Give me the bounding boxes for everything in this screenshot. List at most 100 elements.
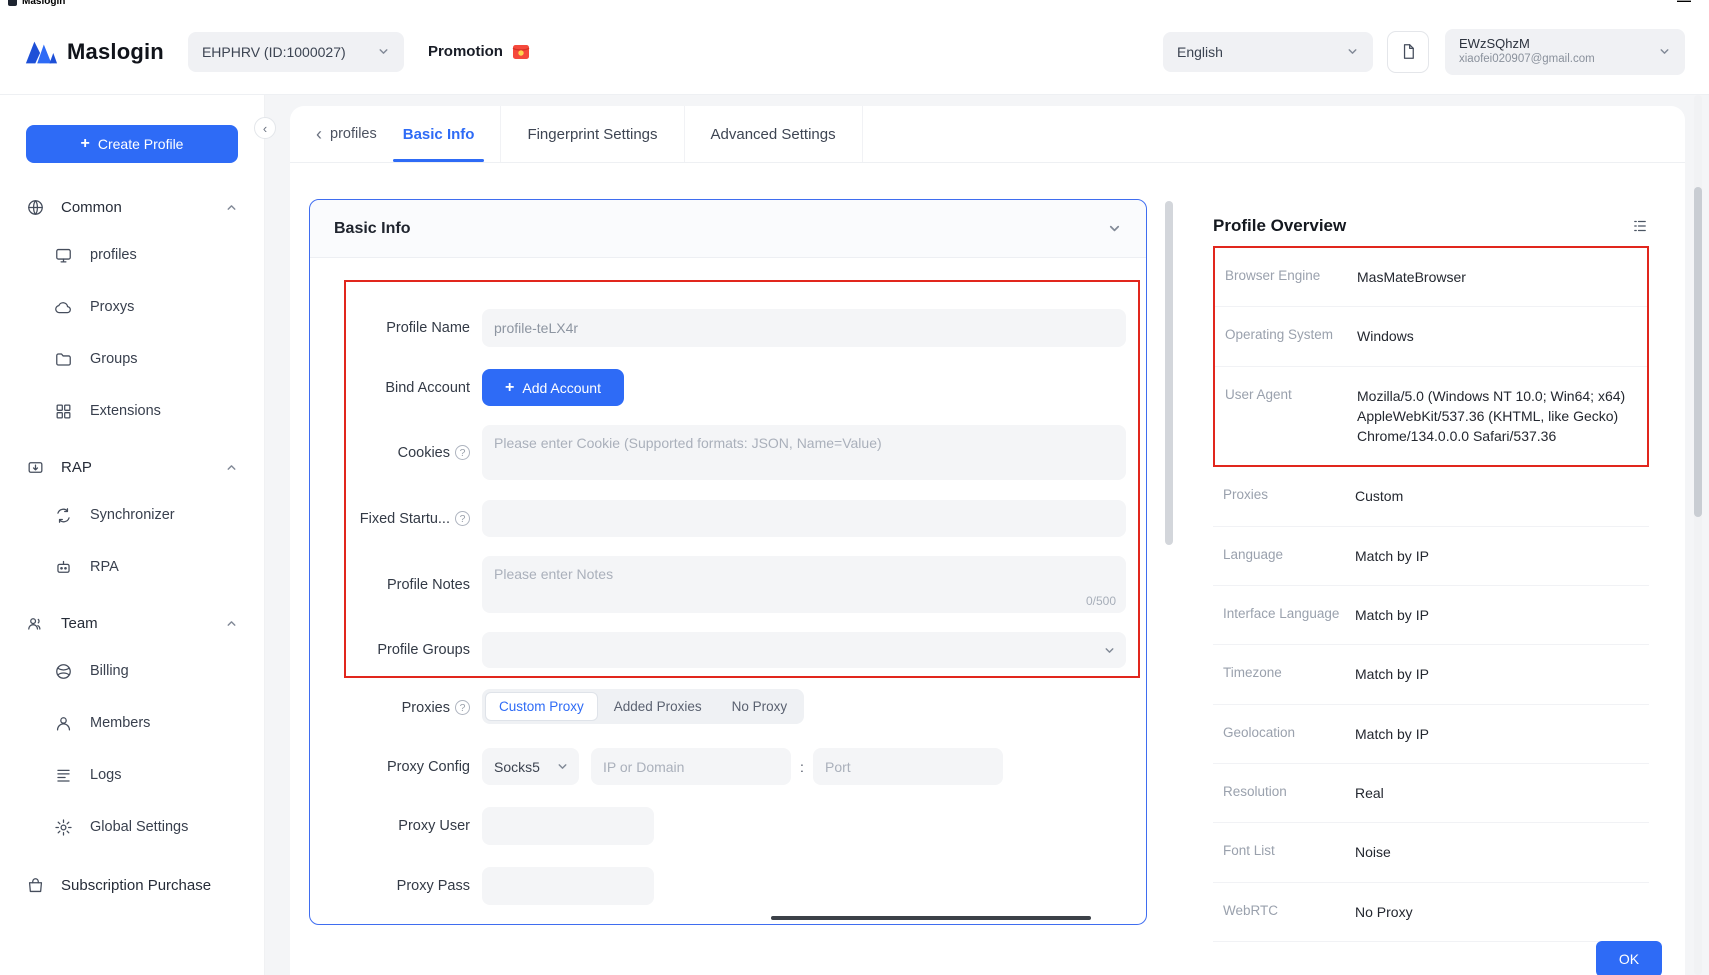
sidebar-item-members[interactable]: Members (0, 697, 264, 749)
minimize-button[interactable]: — (1677, 0, 1691, 8)
proxies-label: Proxies? (316, 689, 470, 726)
ip-input[interactable] (591, 748, 791, 785)
profile-notes-textarea[interactable] (482, 556, 1126, 613)
overview-label: Geolocation (1223, 724, 1355, 740)
overview-row: Timezone Match by IP (1213, 645, 1649, 704)
proxy-pass-input[interactable] (482, 867, 654, 905)
overview-row: Geolocation Match by IP (1213, 705, 1649, 764)
chevron-down-icon[interactable] (1107, 221, 1122, 236)
document-icon (1399, 42, 1418, 61)
overview-value: Noise (1355, 842, 1639, 862)
cloud-icon (54, 298, 73, 317)
tab-basic-info[interactable]: Basic Info (377, 106, 502, 162)
app-icon (8, 0, 17, 6)
overview-row: Browser Engine MasMateBrowser (1215, 248, 1647, 307)
overview-label: Resolution (1223, 783, 1355, 799)
sidebar-item-global-settings[interactable]: Global Settings (0, 801, 264, 853)
document-button[interactable] (1387, 31, 1429, 73)
billing-icon (54, 662, 73, 681)
back-to-profiles[interactable]: ‹ profiles (316, 125, 377, 143)
workspace-selector[interactable]: EHPHRV (ID:1000027) (188, 32, 404, 72)
profile-groups-select[interactable] (482, 632, 1126, 668)
overview-row: User Agent Mozilla/5.0 (Windows NT 10.0;… (1215, 367, 1647, 466)
question-icon[interactable]: ? (455, 445, 470, 460)
brand-logo (24, 39, 58, 65)
overview-label: Operating System (1225, 326, 1357, 342)
segment-option-no-proxy[interactable]: No Proxy (718, 692, 802, 721)
user-email: xiaofei020907@gmail.com (1459, 52, 1595, 66)
overview-label: Proxies (1223, 486, 1355, 502)
sidebar-collapse-button[interactable]: ‹ (254, 117, 276, 139)
question-icon[interactable]: ? (455, 700, 470, 715)
cookies-textarea[interactable] (482, 425, 1126, 480)
page-scrollbar[interactable] (1694, 187, 1702, 517)
sidebar-section-team[interactable]: Team (0, 601, 264, 645)
overview-label: Language (1223, 546, 1355, 562)
horizontal-scrollbar[interactable] (771, 916, 1091, 920)
overview-value: Mozilla/5.0 (Windows NT 10.0; Win64; x64… (1357, 386, 1637, 447)
segment-option-custom-proxy[interactable]: Custom Proxy (485, 692, 598, 721)
create-profile-button[interactable]: + Create Profile (26, 125, 238, 163)
add-account-button[interactable]: + Add Account (482, 369, 624, 406)
overview-value: MasMateBrowser (1357, 267, 1637, 287)
sidebar-section-common[interactable]: Common (0, 185, 264, 229)
promotion-link[interactable]: Promotion (428, 42, 531, 62)
profile-notes-label: Profile Notes (316, 556, 470, 613)
globe-icon (26, 198, 45, 217)
top-header: Maslogin EHPHRV (ID:1000027) Promotion E… (0, 9, 1709, 95)
language-selector[interactable]: English (1163, 32, 1373, 72)
sidebar-item-extensions[interactable]: Extensions (0, 385, 264, 437)
user-menu[interactable]: EWzSQhzM xiaofei020907@gmail.com (1445, 29, 1685, 75)
overview-value: Match by IP (1355, 605, 1639, 625)
sidebar-item-profiles[interactable]: profiles (0, 229, 264, 281)
chevron-down-icon (377, 45, 390, 58)
port-input[interactable] (813, 748, 1003, 785)
tab-bar: ‹ profiles Basic Info Fingerprint Settin… (290, 106, 1685, 163)
protocol-select[interactable]: Socks5 (482, 748, 579, 785)
sidebar-item-rpa[interactable]: RPA (0, 541, 264, 593)
overview-settings-icon[interactable] (1631, 217, 1649, 235)
overview-value: Match by IP (1355, 724, 1639, 744)
vertical-scrollbar[interactable] (1165, 201, 1173, 545)
window-title: Maslogin (8, 0, 65, 7)
ok-button[interactable]: OK (1596, 941, 1662, 975)
overview-row: Font List Noise (1213, 823, 1649, 882)
gear-icon (54, 818, 73, 837)
sidebar-item-subscription-purchase[interactable]: Subscription Purchase (0, 863, 264, 907)
rap-icon (26, 458, 45, 477)
tab-fingerprint-settings[interactable]: Fingerprint Settings (501, 106, 684, 162)
segment-option-added-proxies[interactable]: Added Proxies (600, 692, 716, 721)
proxy-user-input[interactable] (482, 807, 654, 845)
overview-row: Proxies Custom (1213, 467, 1649, 526)
chevron-up-icon (225, 617, 238, 630)
tab-advanced-settings[interactable]: Advanced Settings (685, 106, 863, 162)
sidebar-item-groups[interactable]: Groups (0, 333, 264, 385)
plus-icon: + (81, 136, 90, 152)
sidebar-item-billing[interactable]: Billing (0, 645, 264, 697)
fixed-startup-label: Fixed Startu...? (316, 500, 470, 537)
profile-name-input[interactable] (482, 309, 1126, 347)
grid-icon (54, 402, 73, 421)
overview-label: Font List (1223, 842, 1355, 858)
question-icon[interactable]: ? (455, 511, 470, 526)
user-info: EWzSQhzM xiaofei020907@gmail.com (1459, 36, 1595, 67)
overview-value: Real (1355, 783, 1639, 803)
brand-name: Maslogin (67, 39, 164, 65)
fixed-startup-input[interactable] (482, 500, 1126, 537)
user-name: EWzSQhzM (1459, 36, 1595, 52)
sidebar-item-synchronizer[interactable]: Synchronizer (0, 489, 264, 541)
sidebar-item-logs[interactable]: Logs (0, 749, 264, 801)
sidebar-item-proxys[interactable]: Proxys (0, 281, 264, 333)
overview-label: Timezone (1223, 664, 1355, 680)
chevron-down-icon (1103, 644, 1116, 657)
sidebar-section-rap[interactable]: RAP (0, 445, 264, 489)
profile-groups-label: Profile Groups (316, 632, 470, 668)
overview-value: No Proxy (1355, 902, 1639, 922)
bind-account-label: Bind Account (316, 369, 470, 406)
basic-info-panel-header[interactable]: Basic Info (310, 200, 1146, 258)
cookies-label: Cookies? (316, 425, 470, 480)
overview-row: Language Match by IP (1213, 527, 1649, 586)
proxy-config-label: Proxy Config (316, 748, 470, 785)
profile-notes-wrap: 0/500 (482, 556, 1126, 613)
overview-title: Profile Overview (1213, 216, 1346, 236)
